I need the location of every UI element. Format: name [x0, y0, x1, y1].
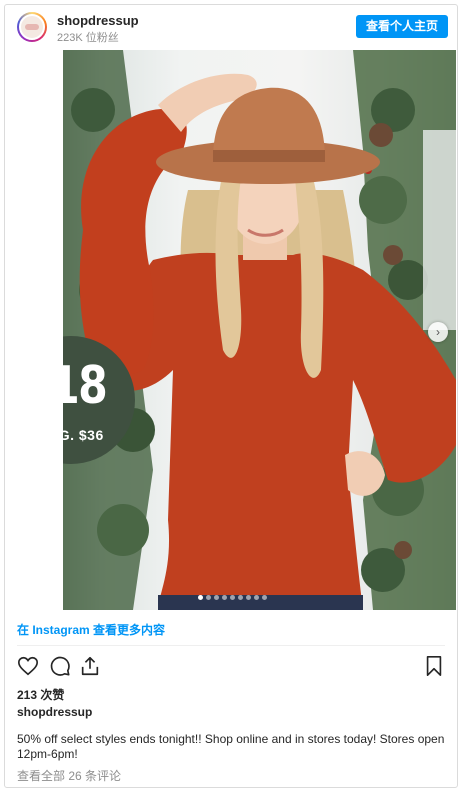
like-count[interactable]: 213 次赞	[17, 686, 64, 703]
heart-icon[interactable]	[15, 653, 41, 679]
instagram-embed-card: shopdressup 223K 位粉丝 查看个人主页 8 . $36 › 在 …	[4, 4, 458, 788]
share-icon[interactable]	[77, 653, 103, 679]
post-caption: 50% off select styles ends tonight!! Sho…	[17, 732, 445, 761]
product-photo	[63, 50, 456, 610]
post-image[interactable]: $18 REG. $36 ›	[63, 50, 456, 610]
avatar-logo	[25, 24, 39, 30]
carousel-dot	[246, 595, 251, 600]
carousel-dot	[254, 595, 259, 600]
follower-count: 223K 位粉丝	[57, 32, 119, 44]
carousel-dot	[238, 595, 243, 600]
next-slide-button[interactable]: ›	[428, 322, 448, 342]
carousel-dot	[222, 595, 227, 600]
view-all-comments-link[interactable]: 查看全部 26 条评论	[17, 767, 121, 784]
view-more-on-instagram-link[interactable]: 在 Instagram 查看更多内容	[17, 621, 165, 638]
avatar[interactable]	[17, 12, 47, 42]
divider	[17, 645, 445, 646]
carousel-dot	[262, 595, 267, 600]
carousel-dot	[206, 595, 211, 600]
chevron-right-icon: ›	[436, 325, 440, 339]
bookmark-icon[interactable]	[421, 653, 447, 679]
sale-price-value: 18	[63, 356, 108, 416]
carousel-indicator	[198, 595, 267, 600]
post-header: shopdressup 223K 位粉丝 查看个人主页	[5, 5, 457, 49]
carousel-dot	[230, 595, 235, 600]
regular-price: REG. $36	[63, 427, 104, 443]
username[interactable]: shopdressup	[57, 13, 139, 28]
carousel-dot	[214, 595, 219, 600]
avatar-image	[19, 14, 45, 40]
action-bar	[15, 653, 447, 681]
sale-price: $18	[63, 356, 123, 416]
view-profile-button[interactable]: 查看个人主页	[355, 15, 448, 38]
comment-icon[interactable]	[47, 653, 73, 679]
carousel-dot	[198, 595, 203, 600]
caption-username[interactable]: shopdressup	[17, 705, 92, 719]
